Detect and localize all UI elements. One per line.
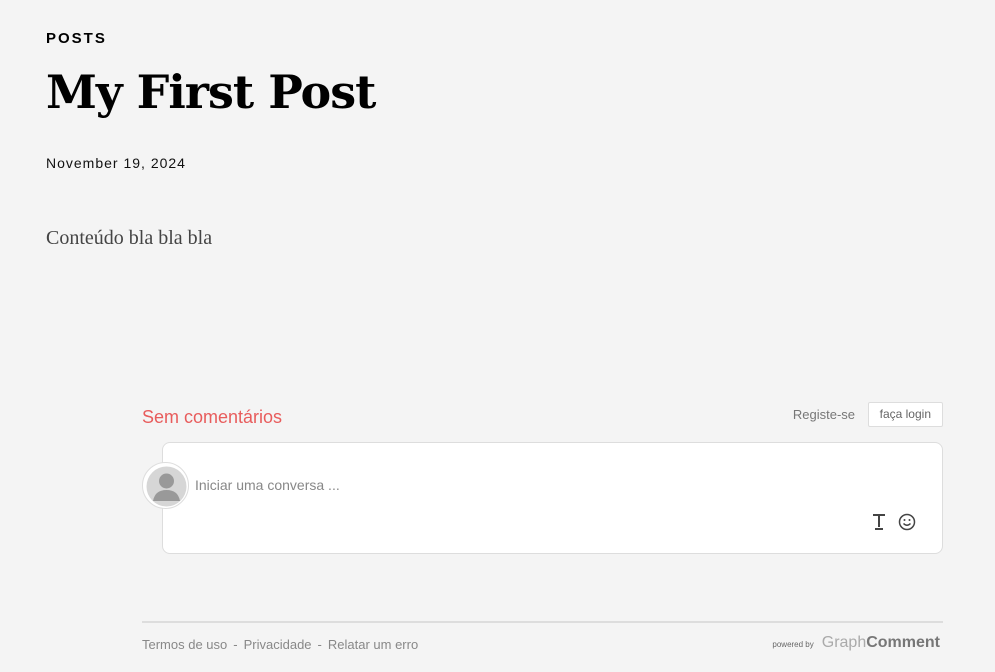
post-title: My First Post bbox=[46, 65, 376, 119]
powered-by-label: powered by bbox=[772, 640, 814, 649]
section-label[interactable]: POSTS bbox=[46, 30, 107, 47]
brand-name-bold: Comment bbox=[866, 634, 940, 651]
comments-header: Sem comentários Registe-se faça login bbox=[142, 400, 943, 430]
comment-count: Sem comentários bbox=[142, 407, 283, 427]
footer-separator: - bbox=[317, 637, 322, 652]
register-link[interactable]: Registe-se bbox=[793, 407, 855, 422]
terms-link[interactable]: Termos de uso bbox=[142, 637, 227, 652]
emoji-icon[interactable] bbox=[896, 511, 918, 533]
text-format-icon[interactable] bbox=[868, 511, 890, 533]
login-button[interactable]: faça login bbox=[867, 402, 943, 427]
comments-widget: Sem comentários Registe-se faça login bbox=[142, 400, 943, 554]
graphcomment-logo[interactable]: powered by Graph Comment bbox=[772, 634, 940, 652]
post-body: Conteúdo bla bla bla bbox=[46, 227, 213, 249]
post-date: November 19, 2024 bbox=[46, 155, 186, 171]
footer-links: Termos de uso - Privacidade - Relatar um err… bbox=[142, 637, 418, 652]
brand-name-light: Graph bbox=[821, 634, 867, 651]
comment-composer[interactable] bbox=[162, 442, 943, 554]
avatar bbox=[142, 462, 189, 509]
comment-input[interactable] bbox=[195, 477, 795, 493]
privacy-link[interactable]: Privacidade bbox=[244, 637, 312, 652]
widget-footer: Termos de uso - Privacidade - Relatar um err… bbox=[142, 621, 943, 652]
report-error-link[interactable]: Relatar um erro bbox=[328, 637, 418, 652]
footer-separator: - bbox=[233, 637, 238, 652]
